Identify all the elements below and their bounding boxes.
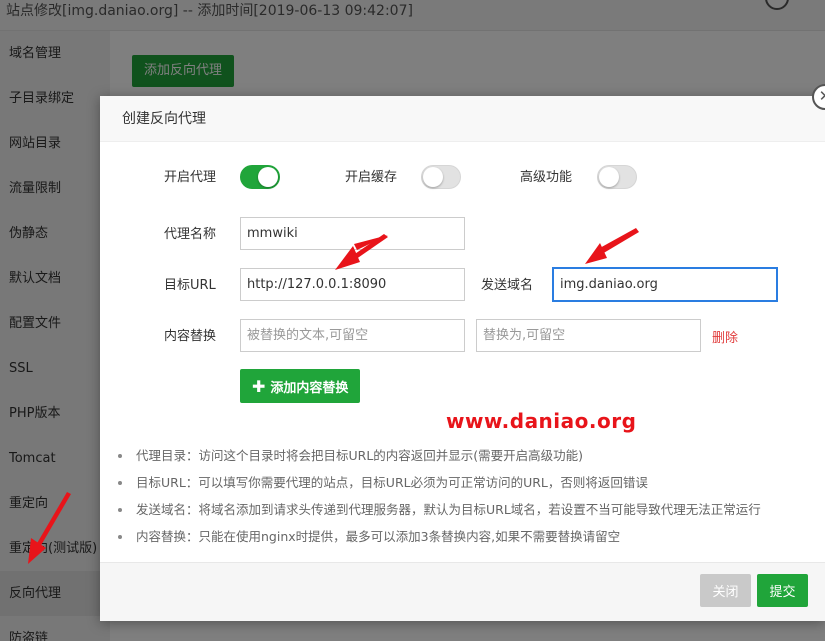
- dialog-title: 创建反向代理: [100, 96, 825, 142]
- content-replace-label: 内容替换: [164, 329, 217, 344]
- watermark: www.daniao.org: [446, 409, 637, 433]
- cache-toggle-label: 开启缓存: [345, 170, 398, 185]
- advanced-toggle[interactable]: [597, 165, 637, 189]
- target-url-input[interactable]: [240, 268, 465, 301]
- add-content-replace-button[interactable]: ✚ 添加内容替换: [240, 369, 361, 403]
- toggle-knob: [599, 167, 619, 187]
- replace-to-input[interactable]: [476, 319, 701, 352]
- target-url-label: 目标URL: [164, 278, 216, 293]
- toggle-knob: [258, 167, 278, 187]
- add-content-replace-label: 添加内容替换: [270, 380, 349, 396]
- create-proxy-dialog: 创建反向代理 ✕ 开启代理 开启缓存 高级功能 代理名称 目标URL 发送域名 …: [100, 84, 825, 621]
- advanced-toggle-label: 高级功能: [520, 170, 573, 185]
- proxy-toggle-label: 开启代理: [164, 170, 217, 185]
- replace-from-input[interactable]: [240, 319, 465, 352]
- tip-item: 目标URL：可以填写你需要代理的站点，目标URL必须为可正常访问的URL，否则将…: [118, 469, 818, 496]
- tip-item: 代理目录：访问这个目录时将会把目标URL的内容返回并显示(需要开启高级功能): [118, 442, 818, 469]
- proxy-name-input[interactable]: [240, 217, 465, 250]
- send-domain-label: 发送域名: [481, 278, 534, 293]
- tip-item: 内容替换：只能在使用nginx时提供，最多可以添加3条替换内容,如果不需要替换请…: [118, 523, 818, 550]
- close-button[interactable]: 关闭: [700, 574, 751, 607]
- send-domain-input[interactable]: [552, 267, 778, 302]
- dialog-footer: 关闭 提交: [100, 562, 825, 621]
- submit-button[interactable]: 提交: [757, 574, 808, 607]
- delete-replace-link[interactable]: 删除: [712, 327, 738, 346]
- help-tips: 代理目录：访问这个目录时将会把目标URL的内容返回并显示(需要开启高级功能) 目…: [118, 442, 818, 550]
- cache-toggle[interactable]: [421, 165, 461, 189]
- toggle-knob: [423, 167, 443, 187]
- tip-item: 发送域名：将域名添加到请求头传递到代理服务器，默认为目标URL域名，若设置不当可…: [118, 496, 818, 523]
- plus-icon: ✚: [252, 376, 266, 396]
- proxy-toggle[interactable]: [240, 165, 280, 189]
- proxy-name-label: 代理名称: [164, 227, 217, 242]
